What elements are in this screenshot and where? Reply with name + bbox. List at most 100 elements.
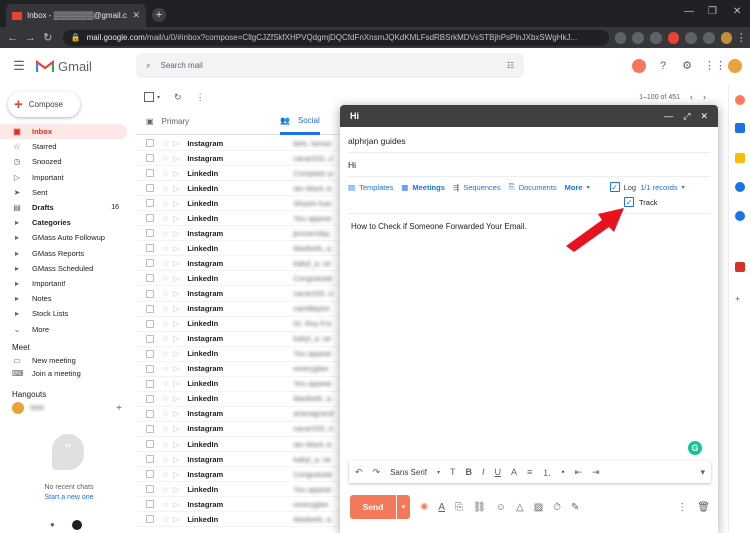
star-icon[interactable]: ☆ [162, 319, 169, 328]
profile-avatar[interactable] [720, 31, 733, 44]
keep-icon[interactable] [735, 153, 745, 163]
star-icon[interactable]: ☆ [162, 379, 169, 388]
minimize-compose-icon[interactable]: — [664, 111, 673, 122]
sidebar-item-drafts[interactable]: ▤ Drafts 16 [0, 200, 127, 215]
sidebar-item-starred[interactable]: ☆ Starred [0, 139, 127, 154]
star-icon[interactable]: ☆ [162, 169, 169, 178]
table-row[interactable]: ☆ ▷ LinkedIn You appear [136, 377, 346, 392]
redo-icon[interactable]: ↷ [373, 467, 381, 478]
align-icon[interactable]: ≡ [527, 467, 532, 477]
person-icon[interactable]: ● [50, 520, 60, 530]
important-icon[interactable]: ▷ [173, 379, 179, 388]
chrome-menu-icon[interactable]: ⋮ [732, 31, 750, 44]
sidebar-item-stock-lists[interactable]: ▸ Stock Lists [0, 306, 127, 321]
row-checkbox[interactable] [146, 409, 154, 418]
row-checkbox[interactable] [146, 440, 154, 448]
important-icon[interactable]: ▷ [173, 169, 179, 178]
formatting-options-icon[interactable]: A [438, 502, 445, 513]
important-icon[interactable]: ▷ [173, 184, 179, 193]
star-icon[interactable]: ☆ [162, 184, 169, 193]
row-checkbox[interactable] [146, 289, 154, 298]
table-row[interactable]: ☆ ▷ Instagram kakyl_a, se [136, 452, 346, 468]
important-icon[interactable]: ▷ [173, 139, 179, 148]
italic-icon[interactable]: I [482, 467, 485, 477]
more-options-icon[interactable]: ⋮ [677, 502, 687, 513]
row-checkbox[interactable] [146, 515, 154, 524]
row-checkbox[interactable] [146, 304, 154, 313]
important-icon[interactable]: ▷ [173, 244, 179, 253]
table-row[interactable]: ☆ ▷ LinkedIn Dr. Roy Fre [136, 317, 346, 332]
extension-gmass-icon[interactable] [667, 31, 680, 44]
documents-link[interactable]: Documents [519, 183, 557, 192]
sidebar-item-categories[interactable]: ▸ Categories [0, 215, 127, 230]
templates-link[interactable]: Templates [359, 183, 393, 192]
table-row[interactable]: ☆ ▷ Instagram camilleptre [136, 302, 346, 317]
important-icon[interactable]: ▷ [173, 229, 179, 238]
insert-photo-icon[interactable]: ▨ [534, 502, 543, 513]
tab-social[interactable]: 👥 Social [280, 108, 320, 135]
more-chevron-icon[interactable]: ▾ [587, 184, 590, 191]
row-checkbox[interactable] [146, 319, 154, 328]
main-menu-icon[interactable]: ☰ [4, 58, 34, 74]
signature-icon[interactable]: ✎ [571, 502, 579, 513]
star-icon[interactable]: ☆ [162, 485, 169, 494]
star-icon[interactable]: ☆ [162, 259, 169, 268]
select-dropdown-icon[interactable]: ▾ [157, 94, 160, 101]
close-compose-icon[interactable]: ✕ [700, 111, 708, 122]
star-icon[interactable]: ☆ [162, 424, 169, 433]
underline-icon[interactable]: U [495, 467, 502, 477]
important-icon[interactable]: ▷ [173, 274, 179, 283]
tasks-icon[interactable] [735, 182, 745, 192]
sequences-link[interactable]: Sequences [463, 183, 501, 192]
apps-grid-icon[interactable]: ⋮⋮ [704, 59, 726, 73]
table-row[interactable]: ☆ ▷ LinkedIn You appear [136, 482, 346, 498]
row-checkbox[interactable] [146, 169, 154, 178]
fullscreen-compose-icon[interactable]: ⤢ [683, 111, 690, 122]
row-checkbox[interactable] [146, 199, 154, 208]
star-icon[interactable]: ☆ [162, 154, 169, 163]
table-row[interactable]: ☆ ▷ LinkedIn Congratulat [136, 271, 346, 287]
important-icon[interactable]: ▷ [173, 304, 179, 313]
row-checkbox[interactable] [146, 485, 154, 494]
send-options-icon[interactable]: ▾ [396, 495, 410, 519]
close-window-icon[interactable]: ✕ [733, 6, 741, 17]
table-row[interactable]: ☆ ▷ LinkedIn Maribeth, a [136, 392, 346, 407]
sidebar-item-important[interactable]: ▷ Important [0, 170, 127, 185]
row-checkbox[interactable] [146, 214, 154, 223]
table-row[interactable]: ☆ ▷ Instagram cacar333, ch [136, 287, 346, 302]
media-icon[interactable] [703, 31, 715, 44]
search-input[interactable]: Search mail [160, 61, 496, 70]
table-row[interactable]: ☆ ▷ LinkedIn You appear [136, 347, 346, 362]
important-icon[interactable]: ▷ [173, 455, 179, 464]
star-icon[interactable]: ☆ [162, 199, 169, 208]
back-icon[interactable]: ← [4, 32, 22, 44]
bulleted-list-icon[interactable]: • [561, 467, 564, 477]
important-icon[interactable]: ▷ [173, 214, 179, 223]
maximize-icon[interactable]: ❐ [708, 6, 717, 17]
older-page-icon[interactable]: › [703, 92, 706, 102]
font-size-icon[interactable]: T [450, 467, 456, 477]
star-icon[interactable]: ☆ [162, 304, 169, 313]
select-all-checkbox[interactable] [144, 92, 154, 102]
star-icon[interactable]: ☆ [162, 139, 169, 148]
sidebar-item-gmass-reports[interactable]: ▸ GMass Reports [0, 246, 127, 261]
message-body[interactable]: How to Check if Someone Forwarded Your E… [351, 222, 527, 231]
recipient-chip[interactable]: alphrjan guides [348, 136, 406, 146]
row-checkbox[interactable] [146, 334, 154, 343]
sidebar-item-more[interactable]: ⌄ More [0, 322, 127, 337]
row-checkbox[interactable] [146, 470, 154, 479]
bold-icon[interactable]: B [466, 467, 473, 477]
join-meeting-link[interactable]: ⌨ Join a meeting [0, 366, 127, 381]
row-checkbox[interactable] [146, 424, 154, 433]
important-icon[interactable]: ▷ [173, 500, 179, 509]
important-icon[interactable]: ▷ [173, 515, 179, 524]
puzzle-icon[interactable] [685, 31, 698, 44]
new-tab-button[interactable]: + [152, 8, 166, 22]
star-icon[interactable]: ☆ [162, 244, 169, 253]
indent-less-icon[interactable]: ⇤ [574, 467, 582, 478]
star-icon[interactable]: ☆ [162, 229, 169, 238]
table-row[interactable]: ☆ ▷ Instagram reveryglee [136, 362, 346, 377]
table-row[interactable]: ☆ ▷ Instagram cacar333, ch [136, 151, 346, 167]
table-row[interactable]: ☆ ▷ LinkedIn Ian Mack si [136, 437, 346, 452]
star-icon[interactable]: ☆ [162, 334, 169, 343]
